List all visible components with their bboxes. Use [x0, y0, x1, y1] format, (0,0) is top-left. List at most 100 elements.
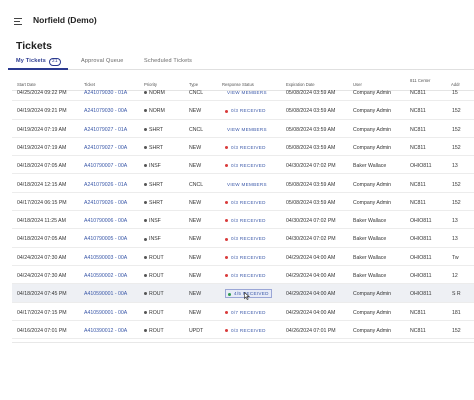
- tab-approval-queue[interactable]: Approval Queue: [81, 58, 124, 64]
- table-row[interactable]: 04/18/2024 07:05 AM A410790005 - 00A NEW 04…: [12, 229, 474, 248]
- response-status-label: 0/3 RECEIVED: [231, 144, 266, 150]
- cell-address: Tw: [452, 254, 459, 261]
- table-row[interactable]: 04/16/2024 07:01 PM A410390012 - 00A UPDT 0…: [12, 321, 474, 340]
- cell-priority: ROUT: [144, 255, 164, 261]
- menu-icon[interactable]: [14, 18, 22, 26]
- response-status-link[interactable]: 0/3 RECEIVED: [225, 328, 266, 333]
- cell-start-date: 04/19/2024 07:19 AM: [17, 126, 67, 133]
- top-bar: Norfield (Demo): [0, 10, 474, 34]
- cell-address: 181: [452, 309, 461, 316]
- cell-user: Company Admin: [353, 181, 392, 188]
- status-dot-icon: [225, 274, 228, 278]
- org-name[interactable]: Norfield (Demo): [33, 15, 97, 25]
- table-row[interactable]: 04/17/2024 07:15 PM A410590001 - 00A NEW 04…: [12, 303, 474, 321]
- response-status-link[interactable]: 0/3 RECEIVED: [225, 218, 266, 223]
- response-status-link[interactable]: 0/3 RECEIVED: [225, 236, 266, 241]
- cell-ticket[interactable]: A241079026 - 00A: [84, 200, 127, 206]
- cell-expiration-date: 04/29/2024 04:00 AM: [286, 309, 336, 316]
- cell-address: 152: [452, 199, 461, 206]
- cell-priority: SHRT: [144, 200, 163, 206]
- cell-start-date: 04/25/2024 09:22 PM: [17, 90, 67, 96]
- cell-ticket[interactable]: A241079030 - 00A: [84, 108, 127, 114]
- priority-label: INSF: [149, 236, 161, 243]
- cell-ticket[interactable]: A410590001 - 00A: [84, 291, 127, 297]
- cell-ticket[interactable]: A410790006 - 00A: [84, 218, 127, 224]
- cell-start-date: 04/24/2024 07:30 AM: [17, 254, 67, 261]
- priority-dot-icon: [144, 109, 147, 113]
- status-dot-icon: [225, 164, 228, 168]
- cell-ticket[interactable]: A410590001 - 00A: [84, 310, 127, 316]
- cell-address: 152: [452, 144, 461, 151]
- cell-ticket[interactable]: A241079030 - 01A: [84, 90, 127, 96]
- response-status-label: 0/3 RECEIVED: [231, 163, 266, 169]
- priority-label: ROUT: [149, 327, 164, 334]
- priority-label: INSF: [149, 163, 161, 170]
- cell-811-center: OHIO811: [410, 236, 432, 243]
- priority-label: INSF: [149, 218, 161, 225]
- cell-type: CNCL: [189, 181, 204, 188]
- table-row[interactable]: 04/18/2024 07:05 AM A410790007 - 00A NEW 04…: [12, 156, 474, 175]
- response-status-label: 0/7 RECEIVED: [231, 309, 266, 315]
- cell-ticket[interactable]: A410390012 - 00A: [84, 328, 127, 334]
- cell-ticket[interactable]: A241079026 - 01A: [84, 182, 127, 188]
- cell-address: 152: [452, 181, 461, 188]
- cell-type: NEW: [189, 163, 202, 170]
- cell-type: NEW: [189, 309, 202, 316]
- table-row[interactable]: 04/18/2024 07:45 PM A410590001 - 00A NEW 04…: [12, 284, 474, 303]
- status-dot-icon: [225, 109, 228, 113]
- cell-type: NEW: [189, 218, 202, 225]
- cell-priority: NORM: [144, 108, 165, 114]
- cell-start-date: 04/16/2024 07:01 PM: [17, 327, 67, 334]
- tab-my-tickets[interactable]: My Tickets 21: [16, 58, 61, 66]
- cell-address: 152: [452, 327, 461, 334]
- response-status-link[interactable]: 0/3 RECEIVED: [225, 255, 266, 260]
- response-status-label: 4/5 RECEIVED: [234, 291, 269, 297]
- cell-ticket[interactable]: A410790007 - 00A: [84, 163, 127, 169]
- cell-user: Company Admin: [353, 309, 392, 316]
- table-row[interactable]: 04/19/2024 09:21 PM A241079030 - 00A NEW 05…: [12, 101, 474, 120]
- cell-811-center: NC811: [410, 181, 426, 188]
- cell-expiration-date: 04/29/2024 04:00 AM: [286, 273, 336, 279]
- cell-user: Company Admin: [353, 126, 392, 133]
- cell-811-center: NC811: [410, 327, 426, 334]
- cell-start-date: 04/24/2024 07:30 AM: [17, 273, 67, 279]
- table-row[interactable]: 04/24/2024 07:30 AM A410590003 - 00A NEW 04…: [12, 248, 474, 266]
- response-status-link[interactable]: 0/3 RECEIVED: [225, 145, 266, 150]
- view-members-link[interactable]: VIEW MEMBERS: [227, 182, 267, 187]
- response-status-link[interactable]: 0/3 RECEIVED: [225, 108, 266, 113]
- response-status-label: VIEW MEMBERS: [227, 90, 267, 95]
- cell-ticket[interactable]: A410790005 - 00A: [84, 236, 127, 242]
- cell-priority: INSF: [144, 236, 161, 242]
- cell-priority: ROUT: [144, 273, 164, 279]
- priority-dot-icon: [144, 200, 147, 204]
- response-status-label: 0/3 RECEIVED: [231, 108, 266, 114]
- cell-expiration-date: 05/08/2024 03:59 AM: [286, 181, 336, 188]
- table-row[interactable]: 04/18/2024 11:25 AM A410790006 - 00A NEW 04…: [12, 211, 474, 230]
- response-status-link[interactable]: 0/3 RECEIVED: [225, 163, 266, 168]
- cell-ticket[interactable]: A241079027 - 00A: [84, 145, 127, 151]
- table-row[interactable]: 04/18/2024 12:15 AM A241079026 - 01A CNCL 0…: [12, 175, 474, 193]
- tab-scheduled-tickets[interactable]: Scheduled Tickets: [144, 58, 192, 64]
- cell-expiration-date: 05/08/2024 03:59 AM: [286, 126, 336, 133]
- response-status-link[interactable]: 0/7 RECEIVED: [225, 310, 266, 315]
- active-tab-indicator: [8, 68, 68, 70]
- cell-ticket[interactable]: A410590003 - 00A: [84, 255, 127, 261]
- cell-811-center: OHIO811: [410, 163, 432, 170]
- cell-ticket[interactable]: A410590002 - 00A: [84, 273, 127, 279]
- cell-811-center: OHIO811: [410, 291, 432, 298]
- table-row[interactable]: 04/19/2024 07:19 AM A241079027 - 00A NEW 05…: [12, 138, 474, 157]
- table-row[interactable]: 04/25/2024 09:22 PM A241079030 - 01A CNCL 0…: [12, 83, 474, 102]
- view-members-link[interactable]: VIEW MEMBERS: [227, 127, 267, 132]
- table-row[interactable]: 04/19/2024 07:19 AM A241079027 - 01A CNCL 0…: [12, 120, 474, 138]
- cell-user: Company Admin: [353, 90, 392, 96]
- table-row[interactable]: 04/24/2024 07:30 AM A410590002 - 00A NEW 04…: [12, 266, 474, 285]
- view-members-link[interactable]: VIEW MEMBERS: [227, 90, 267, 95]
- response-status-link[interactable]: 0/3 RECEIVED: [225, 273, 266, 278]
- table-row[interactable]: 04/17/2024 06:15 PM A241079026 - 00A NEW 05…: [12, 193, 474, 212]
- cell-start-date: 04/17/2024 07:15 PM: [17, 309, 67, 316]
- tickets-table: Start Date Ticket Priority Type Response…: [12, 78, 474, 340]
- cell-ticket[interactable]: A241079027 - 01A: [84, 127, 127, 133]
- priority-label: ROUT: [149, 273, 164, 279]
- response-status-link[interactable]: 0/3 RECEIVED: [225, 200, 266, 205]
- cell-type: NEW: [189, 291, 202, 298]
